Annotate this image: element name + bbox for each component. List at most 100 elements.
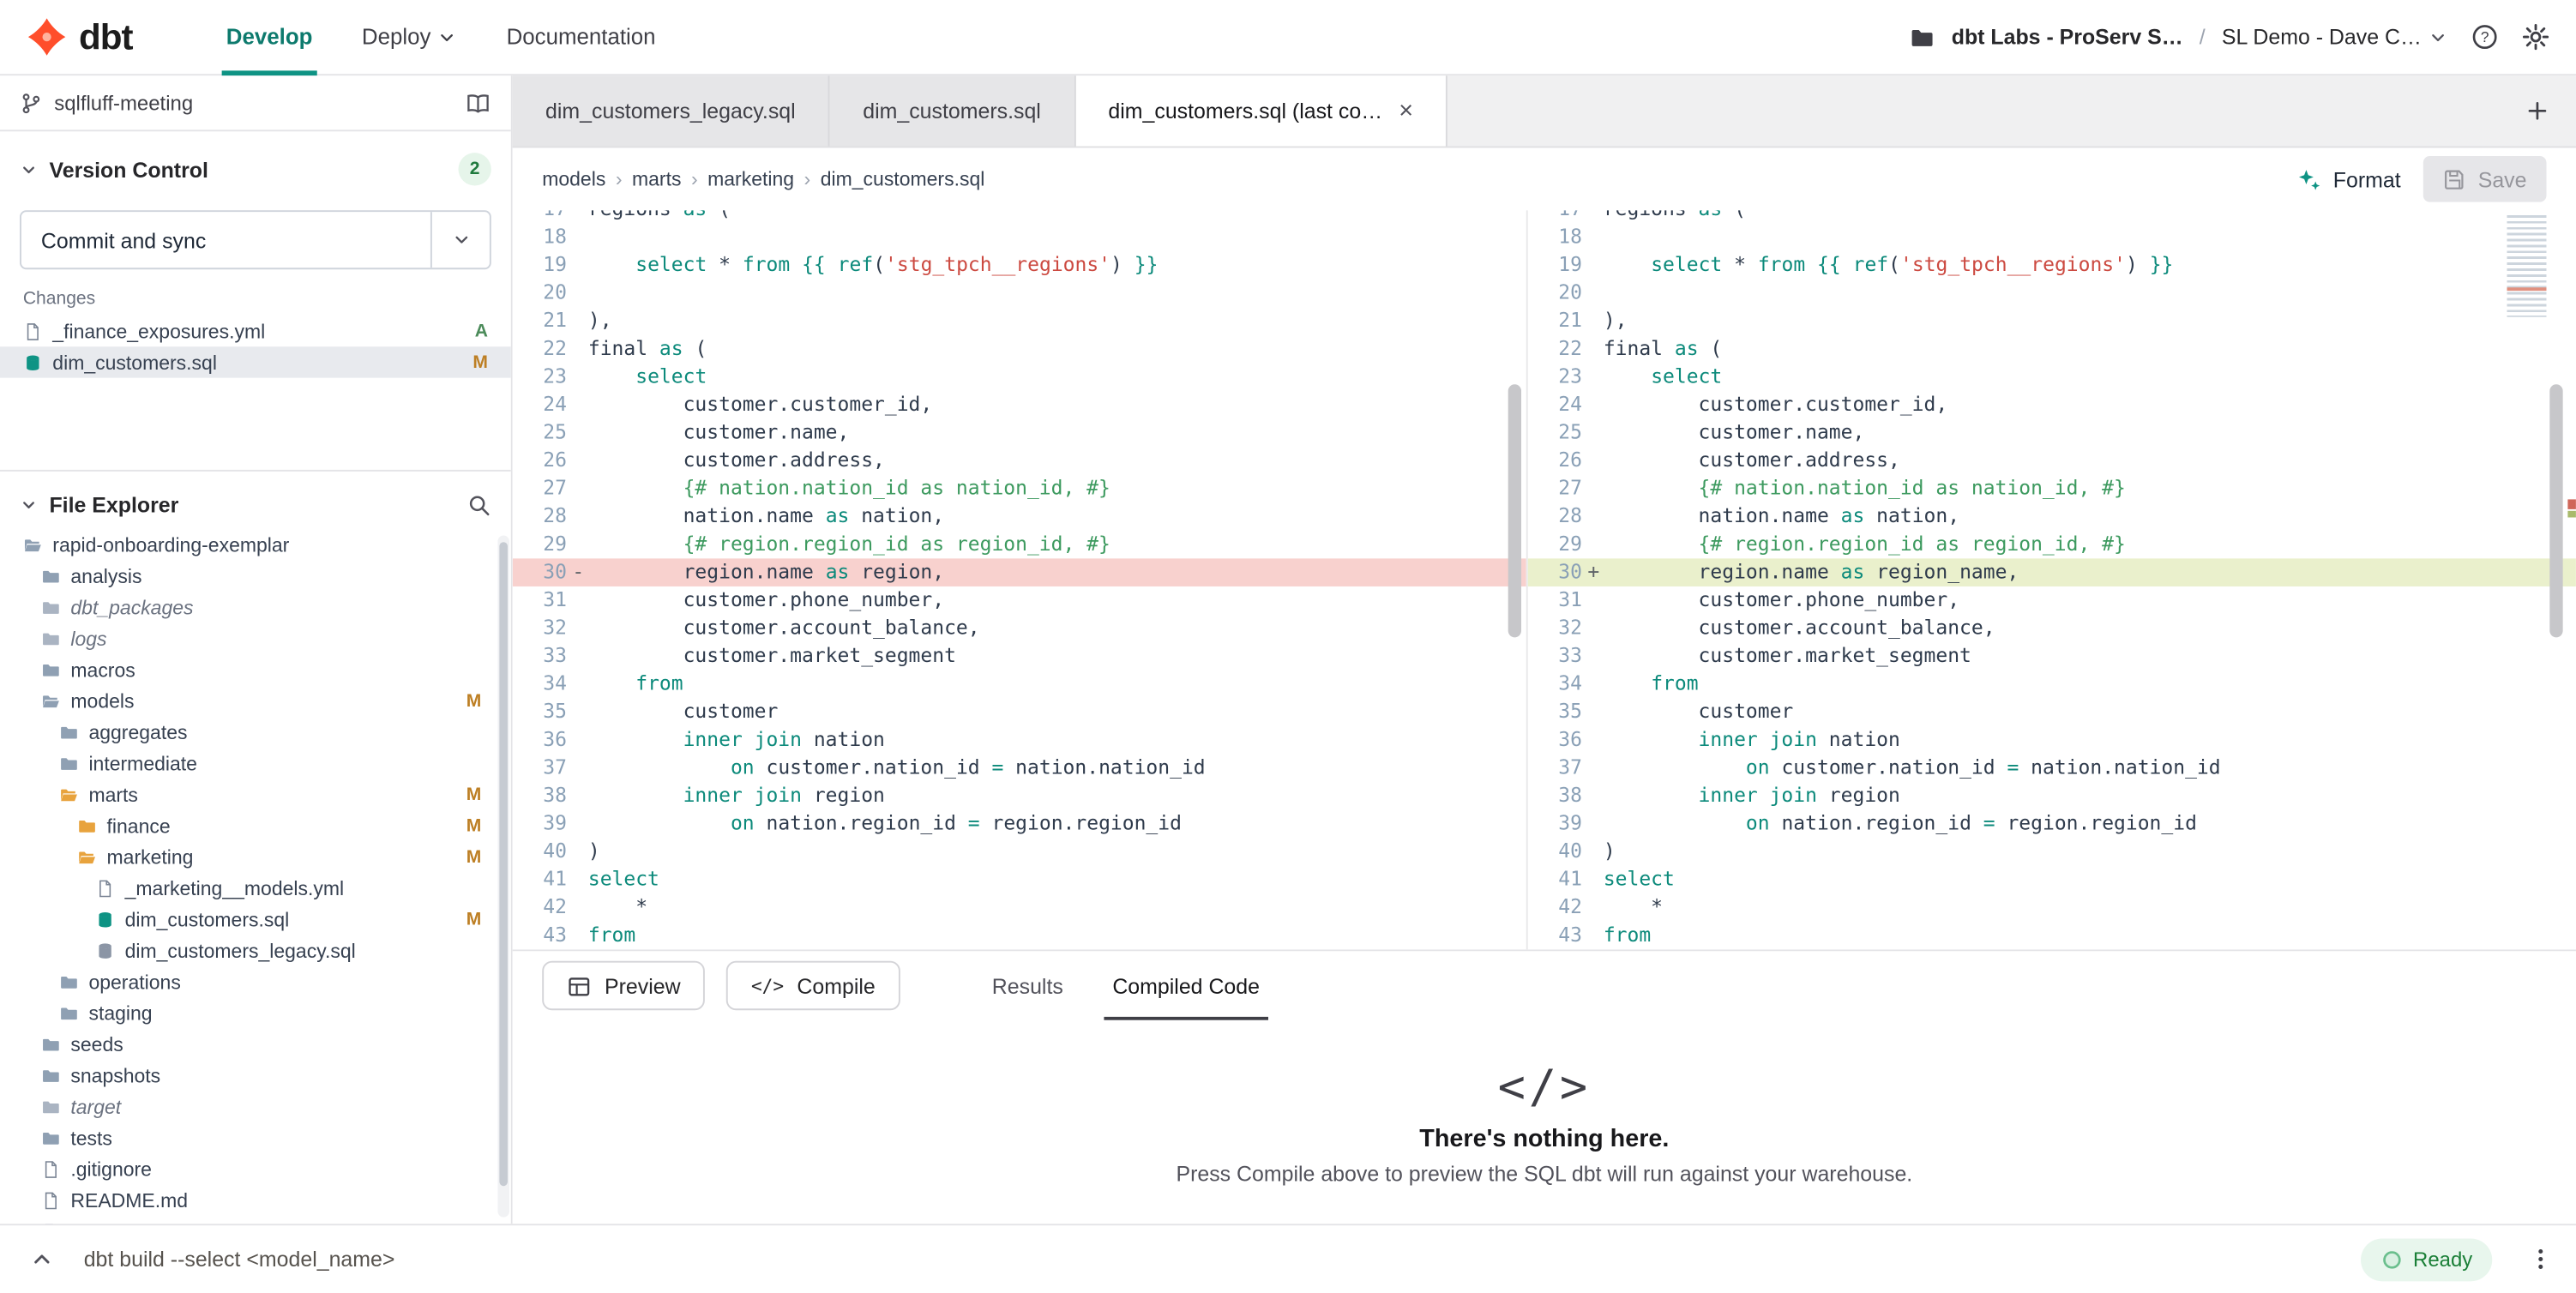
tab-dim_customers.sql (last co…[interactable]: dim_customers.sql (last co…× xyxy=(1075,75,1447,146)
tree-item-marts[interactable]: martsM xyxy=(0,779,511,809)
code-line[interactable]: 37 on customer.nation_id = nation.nation… xyxy=(513,754,1526,782)
code-line[interactable]: 26 customer.address, xyxy=(513,447,1526,475)
dbt-logo[interactable]: dbt xyxy=(27,15,133,58)
compile-button[interactable]: </> Compile xyxy=(726,961,900,1010)
tab-results[interactable]: Results xyxy=(967,951,1088,1019)
account-name[interactable]: dbt Labs - ProServ S… xyxy=(1952,25,2183,50)
code-line[interactable]: 32 customer.account_balance, xyxy=(513,615,1526,643)
editor-scrollbar[interactable] xyxy=(1508,210,1523,949)
change-file-_finance_exposures.yml[interactable]: _finance_exposures.ymlA xyxy=(0,316,511,346)
code-line[interactable]: 19 select * from {{ ref('stg_tpch__regio… xyxy=(1528,251,2576,280)
code-line[interactable]: 22final as ( xyxy=(513,335,1526,364)
breadcrumb-item[interactable]: marts xyxy=(632,167,681,190)
code-line[interactable]: 40) xyxy=(513,838,1526,866)
code-line[interactable]: 29 {# region.region_id as region_id, #} xyxy=(1528,531,2576,559)
code-line[interactable]: 24 customer.customer_id, xyxy=(1528,391,2576,419)
help-button[interactable]: ? xyxy=(2471,23,2499,51)
minimap[interactable] xyxy=(2507,215,2547,317)
tree-item-target[interactable]: target xyxy=(0,1091,511,1122)
sidebar-scrollbar[interactable] xyxy=(497,536,509,1218)
tree-item-analysis[interactable]: analysis xyxy=(0,560,511,591)
code-line[interactable]: 25 customer.name, xyxy=(513,419,1526,448)
editor-scrollbar[interactable] xyxy=(2549,210,2564,949)
tree-item-rapid-onboarding-exemplar[interactable]: rapid-onboarding-exemplar xyxy=(0,529,511,560)
code-line[interactable]: 42 * xyxy=(1528,893,2576,922)
code-line[interactable]: 34 from xyxy=(1528,671,2576,699)
new-tab-button[interactable] xyxy=(2499,75,2576,146)
commit-options-button[interactable] xyxy=(430,212,490,268)
code-line[interactable]: 24 customer.customer_id, xyxy=(513,391,1526,419)
tree-item-dim_customers_legacy.sql[interactable]: dim_customers_legacy.sql xyxy=(0,935,511,965)
code-line[interactable]: 35 customer xyxy=(1528,698,2576,726)
format-button[interactable]: Format xyxy=(2297,166,2401,191)
tree-item-_marketing__models.yml[interactable]: _marketing__models.yml xyxy=(0,872,511,903)
tree-item-finance[interactable]: financeM xyxy=(0,809,511,840)
code-line[interactable]: 28 nation.name as nation, xyxy=(513,502,1526,531)
breadcrumb-item[interactable]: dim_customers.sql xyxy=(821,167,985,190)
code-line[interactable]: 21), xyxy=(1528,307,2576,335)
code-line[interactable]: 23 select xyxy=(1528,363,2576,391)
tree-item-dbt_project.yml[interactable]: dbt_project.yml xyxy=(0,1216,511,1224)
settings-button[interactable] xyxy=(2522,23,2550,51)
tab-dim_customers.sql[interactable]: dim_customers.sql xyxy=(830,75,1075,146)
code-line[interactable]: 38 inner join region xyxy=(513,782,1526,810)
code-line[interactable]: 36 inner join nation xyxy=(1528,726,2576,755)
code-line[interactable]: 37 on customer.nation_id = nation.nation… xyxy=(1528,754,2576,782)
version-control-header[interactable]: Version Control 2 xyxy=(0,131,511,197)
code-line[interactable]: 27 {# nation.nation_id as nation_id, #} xyxy=(513,475,1526,503)
change-file-dim_customers.sql[interactable]: dim_customers.sqlM xyxy=(0,346,511,377)
file-search-button[interactable] xyxy=(466,493,491,518)
tree-item-marketing[interactable]: marketingM xyxy=(0,841,511,872)
code-line[interactable]: 40) xyxy=(1528,838,2576,866)
breadcrumb-item[interactable]: models xyxy=(542,167,605,190)
code-line[interactable]: 31 customer.phone_number, xyxy=(513,586,1526,615)
tree-item-macros[interactable]: macros xyxy=(0,653,511,684)
tree-item-.gitignore[interactable]: .gitignore xyxy=(0,1153,511,1184)
save-button[interactable]: Save xyxy=(2423,156,2546,202)
code-line[interactable]: 26 customer.address, xyxy=(1528,447,2576,475)
tree-item-models[interactable]: modelsM xyxy=(0,685,511,716)
nav-documentation[interactable]: Documentation xyxy=(482,0,680,75)
close-tab-icon[interactable]: × xyxy=(1399,99,1413,123)
code-line[interactable]: 20 xyxy=(1528,280,2576,308)
tree-item-dbt_packages[interactable]: dbt_packages xyxy=(0,592,511,622)
code-line[interactable]: 41select xyxy=(1528,866,2576,894)
code-line[interactable]: 30+ region.name as region_name, xyxy=(1528,558,2576,586)
code-line[interactable]: 31 customer.phone_number, xyxy=(1528,586,2576,615)
tree-item-tests[interactable]: tests xyxy=(0,1122,511,1152)
file-explorer-header[interactable]: File Explorer xyxy=(0,472,511,529)
tree-item-README.md[interactable]: README.md xyxy=(0,1184,511,1215)
code-line[interactable]: 32 customer.account_balance, xyxy=(1528,615,2576,643)
code-line[interactable]: 25 customer.name, xyxy=(1528,419,2576,448)
docs-button[interactable] xyxy=(465,89,491,116)
diff-pane-original[interactable]: 17regions as (1819 select * from {{ ref(… xyxy=(513,210,1528,949)
diff-pane-modified[interactable]: 17regions as (1819 select * from {{ ref(… xyxy=(1528,210,2576,949)
nav-develop[interactable]: Develop xyxy=(202,0,337,75)
code-line[interactable]: 41select xyxy=(513,866,1526,894)
code-line[interactable]: 23 select xyxy=(513,363,1526,391)
tree-item-operations[interactable]: operations xyxy=(0,965,511,996)
code-line[interactable]: 21), xyxy=(513,307,1526,335)
code-line[interactable]: 19 select * from {{ ref('stg_tpch__regio… xyxy=(513,251,1526,280)
breadcrumb-item[interactable]: marketing xyxy=(707,167,794,190)
code-line[interactable]: 36 inner join nation xyxy=(513,726,1526,755)
code-line[interactable]: 43from xyxy=(513,922,1526,950)
code-line[interactable]: 39 on nation.region_id = region.region_i… xyxy=(1528,809,2576,838)
preview-button[interactable]: Preview xyxy=(542,961,705,1010)
code-line[interactable]: 42 * xyxy=(513,893,1526,922)
tree-item-dim_customers.sql[interactable]: dim_customers.sqlM xyxy=(0,904,511,935)
command-input[interactable]: dbt build --select <model_name> xyxy=(84,1247,395,1272)
tree-item-snapshots[interactable]: snapshots xyxy=(0,1060,511,1091)
code-line[interactable]: 20 xyxy=(513,280,1526,308)
scrollbar-thumb[interactable] xyxy=(499,542,508,1186)
scrollbar-thumb[interactable] xyxy=(1508,384,1521,637)
nav-deploy[interactable]: Deploy xyxy=(337,0,482,75)
code-line[interactable]: 29 {# region.region_id as region_id, #} xyxy=(513,531,1526,559)
code-line[interactable]: 39 on nation.region_id = region.region_i… xyxy=(513,809,1526,838)
code-line[interactable]: 17regions as ( xyxy=(1528,210,2576,223)
tab-compiled-code[interactable]: Compiled Code xyxy=(1088,951,1285,1019)
code-line[interactable]: 17regions as ( xyxy=(513,210,1526,223)
code-line[interactable]: 33 customer.market_segment xyxy=(513,642,1526,671)
more-menu-button[interactable] xyxy=(2528,1247,2553,1272)
tree-item-seeds[interactable]: seeds xyxy=(0,1028,511,1059)
